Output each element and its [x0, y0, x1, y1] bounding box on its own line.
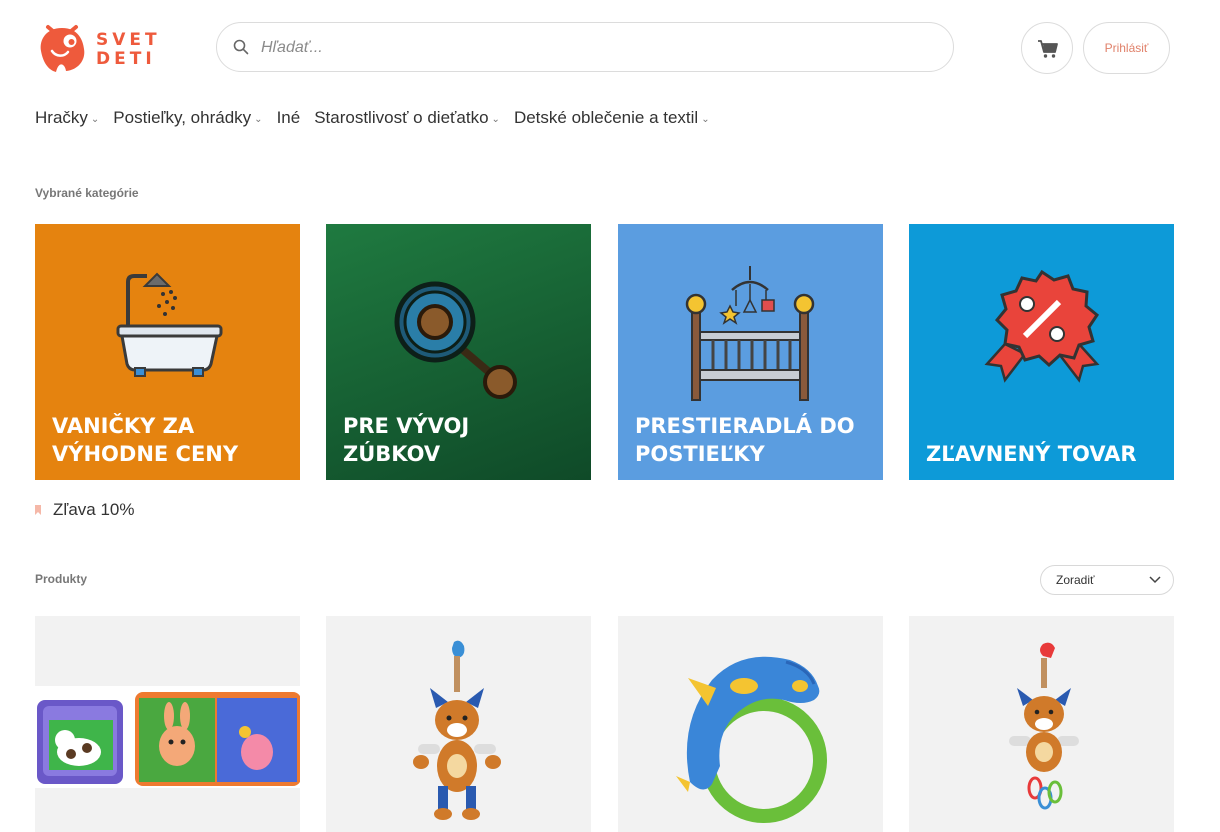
sort-label: Zoradiť — [1056, 573, 1095, 587]
nav-item-hracky[interactable]: Hračky ⌄ — [35, 108, 99, 128]
chevron-down-icon: ⌄ — [701, 114, 710, 125]
logo-mascot-icon — [40, 25, 85, 72]
logo-text: SVET DETI — [96, 30, 161, 69]
category-label: PRE VÝVOJ ZÚBKOV — [343, 414, 470, 466]
nav-item-oblecenie[interactable]: Detské oblečenie a textil ⌄ — [514, 108, 710, 128]
category-label: VANIČKY ZA VÝHODNE CENY — [52, 414, 239, 466]
category-label: ZĽAVNENÝ TOVAR — [926, 442, 1137, 466]
chevron-down-icon: ⌄ — [254, 114, 263, 125]
fox-rattle-toy-image — [1009, 642, 1079, 810]
discount-tag-label: Zľava 10% — [53, 500, 135, 519]
category-tile-zubky[interactable]: PRE VÝVOJ ZÚBKOV — [326, 224, 591, 480]
search-box[interactable] — [216, 22, 954, 72]
nav-item-postielky[interactable]: Postieľky, ohrádky ⌄ — [113, 108, 262, 128]
product-card[interactable] — [35, 616, 300, 832]
chevron-down-icon — [1149, 576, 1161, 584]
login-button[interactable]: Prihlásiť — [1083, 22, 1170, 74]
nav-item-label: Detské oblečenie a textil — [513, 108, 699, 127]
nav-item-label: Starostlivosť o dieťatko — [314, 108, 489, 127]
category-tile-prestieradla[interactable]: PRESTIERADLÁ DO POSTIEĽKY — [618, 224, 883, 480]
category-tile-vanicky[interactable]: VANIČKY ZA VÝHODNE CENY — [35, 224, 300, 480]
nav-item-label: Postieľky, ohrádky — [113, 108, 252, 127]
search-input[interactable] — [259, 31, 943, 65]
sort-dropdown[interactable]: Zoradiť — [1040, 565, 1174, 595]
cart-button[interactable] — [1021, 22, 1073, 74]
nav-item-label: Iné — [276, 108, 301, 127]
main-nav: Hračky ⌄ Postieľky, ohrádky ⌄ Iné Starostl… — [35, 108, 724, 128]
product-card[interactable] — [909, 616, 1174, 832]
cart-icon — [1038, 40, 1058, 58]
search-icon — [233, 39, 249, 55]
discount-tag[interactable]: Zľava 10% — [35, 500, 135, 520]
product-card[interactable] — [326, 616, 591, 832]
bookmark-icon — [35, 505, 41, 515]
category-tile-zlavneny[interactable]: ZĽAVNENÝ TOVAR — [909, 224, 1174, 480]
fox-clip-toy-image — [413, 640, 501, 820]
products-heading: Produkty — [35, 572, 88, 586]
dolphin-teether-image — [676, 656, 827, 823]
nav-item-ine[interactable]: Iné — [277, 108, 301, 128]
nav-item-starostlivost[interactable]: Starostlivosť o dieťatko ⌄ — [314, 108, 500, 128]
categories-heading: Vybrané kategórie — [35, 186, 139, 200]
chevron-down-icon: ⌄ — [491, 114, 500, 125]
nav-item-label: Hračky — [35, 108, 88, 127]
bath-books-image — [35, 686, 300, 788]
product-card[interactable] — [618, 616, 883, 832]
chevron-down-icon: ⌄ — [90, 114, 100, 125]
category-label: PRESTIERADLÁ DO POSTIEĽKY — [635, 414, 855, 466]
